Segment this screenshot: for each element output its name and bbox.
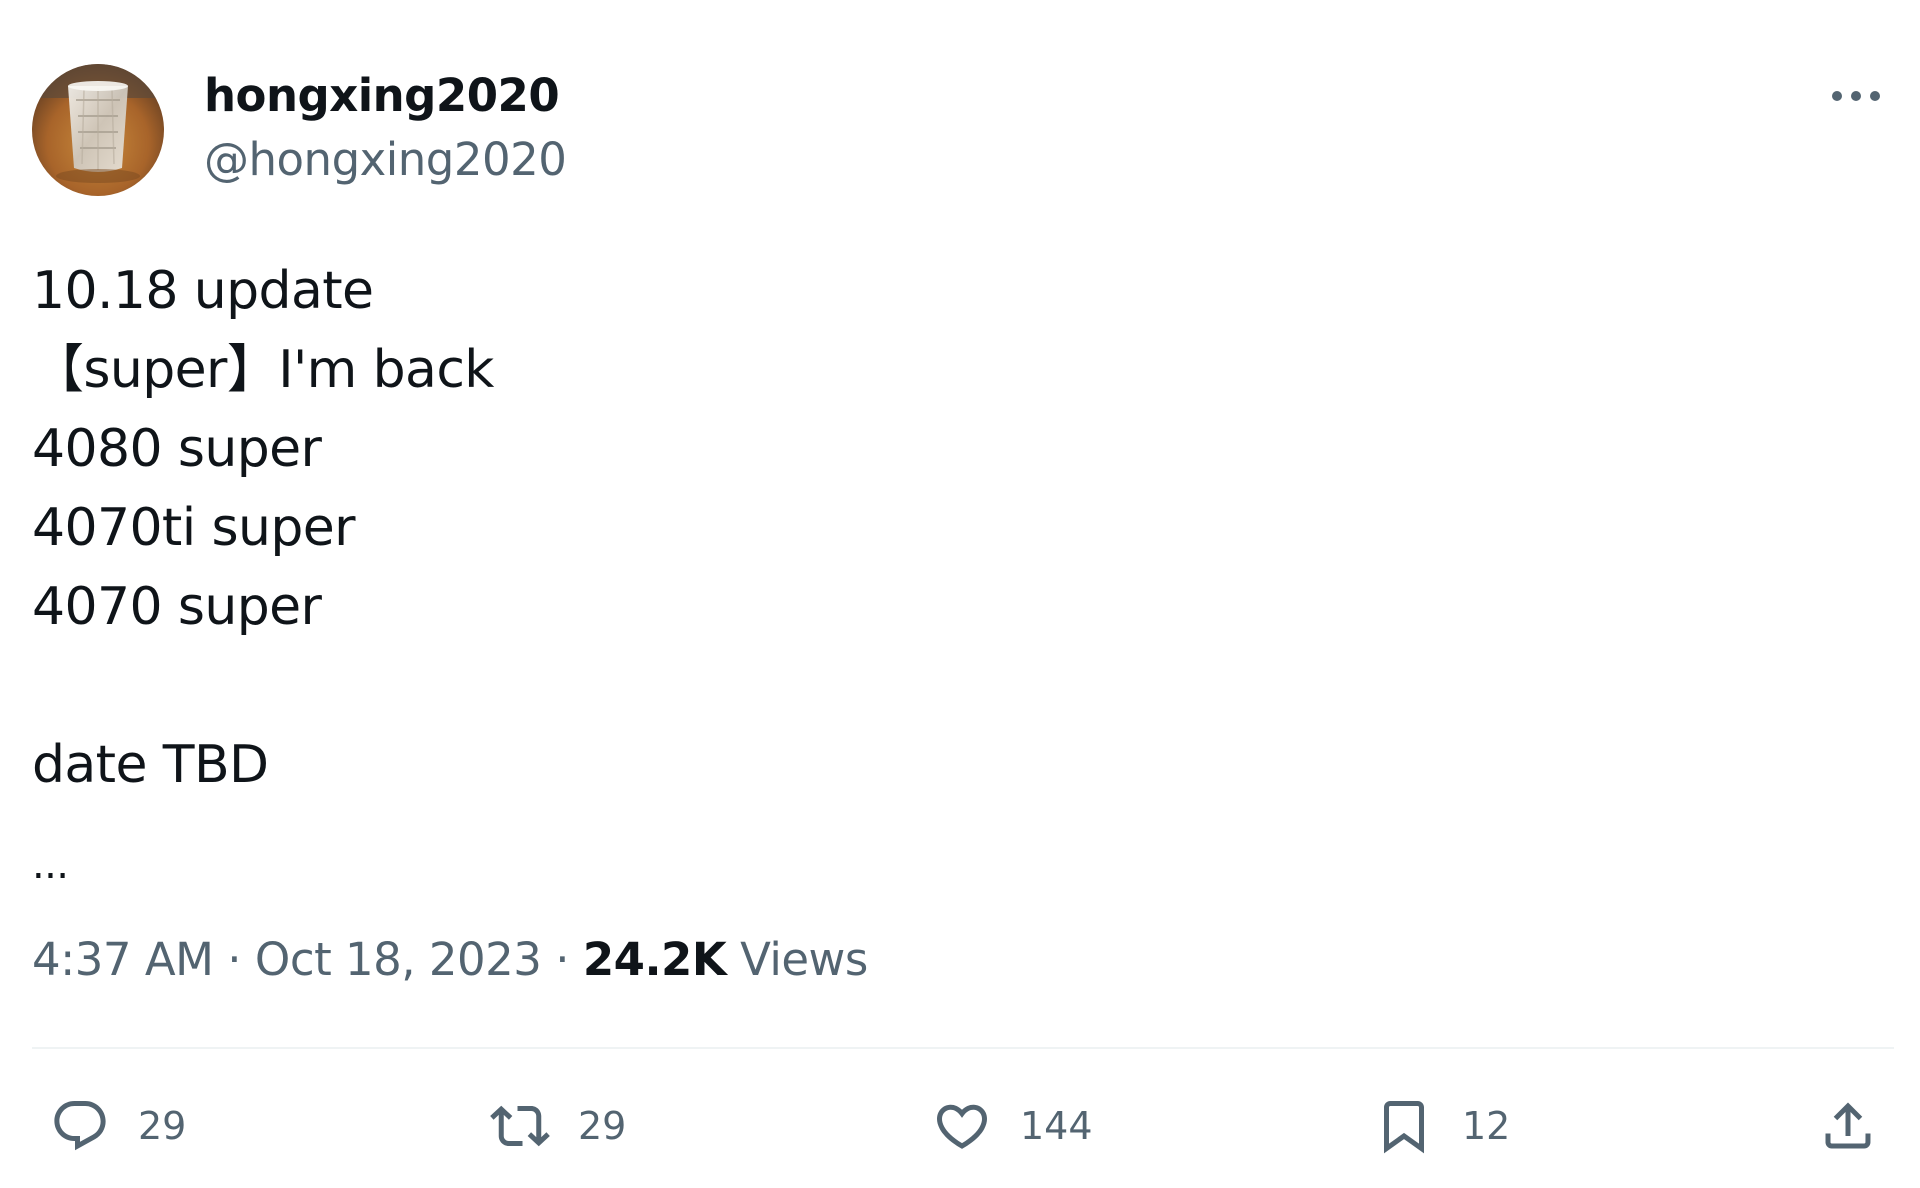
action-bar: 29 29 144 12 [32,1084,1892,1168]
speech-bubble-icon [54,1101,106,1151]
bookmark-button[interactable]: 12 [1362,1084,1510,1168]
tweet-header: hongxing2020 @hongxing2020 [32,64,1888,196]
avatar-image [32,64,164,196]
reply-button[interactable]: 29 [38,1084,186,1168]
retweet-button[interactable]: 29 [478,1084,626,1168]
share-upload-icon [1825,1102,1871,1149]
more-options-button[interactable] [1824,78,1888,114]
tweet-ellipsis: ... [32,842,69,888]
avatar[interactable] [32,64,164,196]
tweet-text: 10.18 update 【super】I'm back 4080 super … [32,252,1872,885]
display-name[interactable]: hongxing2020 [204,68,566,124]
tweet-line: 4070ti super [32,498,356,558]
author-names: hongxing2020 @hongxing2020 [204,68,567,190]
like-button[interactable]: 144 [920,1084,1093,1168]
share-button[interactable] [1806,1084,1890,1168]
timestamp-date[interactable]: Oct 18, 2023 [255,933,542,986]
bookmark-count: 12 [1462,1104,1511,1148]
meta-separator: · [227,933,242,986]
retweet-arrows-icon [490,1105,550,1147]
retweet-count: 29 [578,1104,627,1148]
bookmark-icon [1384,1101,1424,1154]
tweet-line: 10.18 update [32,261,374,321]
views-label: Views [740,933,868,986]
timestamp-time[interactable]: 4:37 AM [32,933,214,986]
like-count: 144 [1020,1104,1093,1148]
heart-icon [936,1104,988,1149]
meta-separator: · [555,933,570,986]
views-count: 24.2K [582,933,727,986]
reply-count: 29 [138,1104,187,1148]
tweet-line: 4080 super [32,419,322,479]
divider [32,1047,1894,1049]
tweet-line: date TBD [32,735,269,795]
username-handle[interactable]: @hongxing2020 [204,130,567,190]
tweet-line: 4070 super [32,577,322,637]
more-horizontal-icon [1832,91,1880,101]
tweet-line: 【super】I'm back [32,340,494,400]
tweet-meta: 4:37 AM · Oct 18, 2023 · 24.2K Views [32,930,868,990]
